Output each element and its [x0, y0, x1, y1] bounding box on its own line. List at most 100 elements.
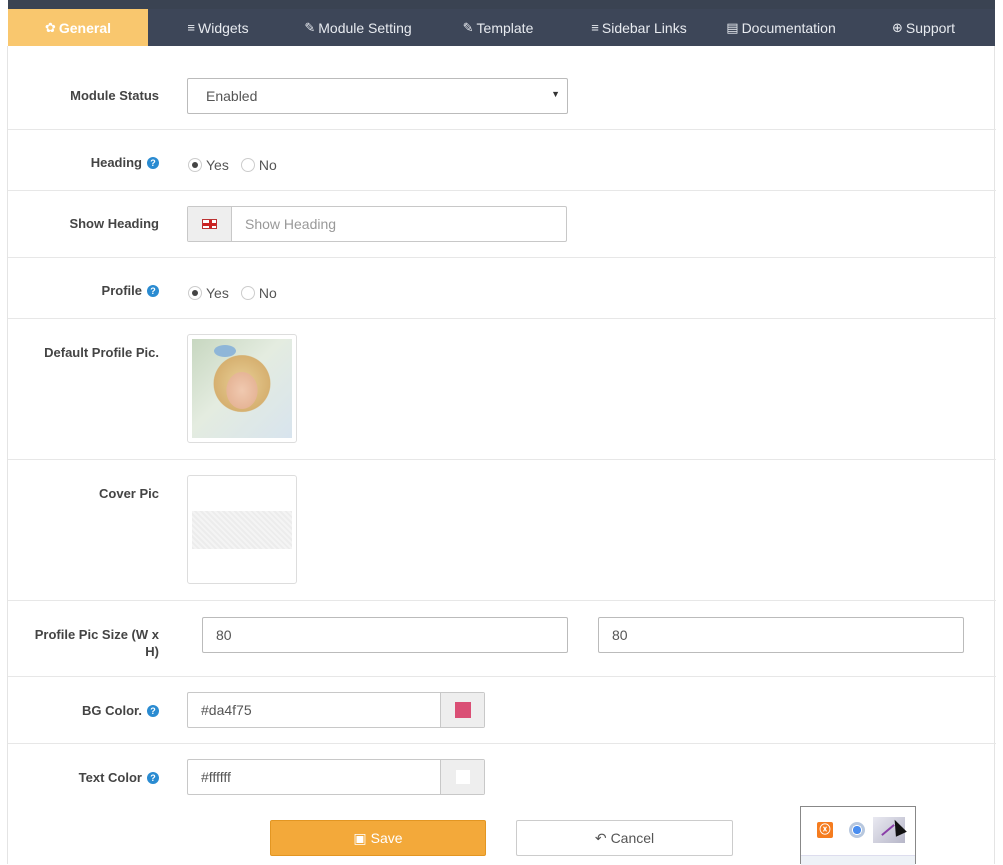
profile-photo	[192, 339, 292, 438]
settings-form: Module Status Enabled ▼ Heading ? Yes No…	[7, 46, 996, 864]
tab-label: Module Setting	[318, 19, 412, 36]
heading-no-radio[interactable]: No	[240, 157, 277, 173]
radio-circle[interactable]	[188, 286, 202, 300]
radio-label: No	[258, 157, 277, 173]
floppy-disk-icon: ▣	[353, 829, 367, 846]
xampp-icon[interactable]: ⓧ	[817, 822, 833, 838]
text-color-picker-button[interactable]	[440, 760, 484, 794]
radio-label: No	[258, 285, 277, 301]
top-border	[8, 0, 995, 9]
cancel-button[interactable]: ↶ Cancel	[516, 820, 733, 856]
help-icon[interactable]: ?	[147, 284, 159, 297]
module-status-label: Module Status	[70, 88, 159, 103]
profile-pic-size-label: Profile Pic Size (W x H)	[19, 626, 159, 660]
select-value: Enabled	[206, 88, 258, 104]
row-profile-pic-size: Profile Pic Size (W x H) 80 80	[8, 601, 996, 677]
label-text: Default Profile Pic.	[44, 345, 159, 360]
profile-pic-height-input[interactable]: 80	[598, 617, 964, 653]
label-text: Text Color	[78, 770, 142, 785]
bg-color-swatch	[454, 702, 471, 718]
tab-support[interactable]: ⊕ Support	[852, 9, 995, 46]
tab-sidebar-links[interactable]: ≡ Sidebar Links	[568, 9, 710, 46]
button-label: Save	[370, 830, 403, 846]
radio-circle[interactable]	[240, 286, 255, 300]
row-heading: Heading ? Yes No	[8, 130, 996, 191]
module-status-select[interactable]: Enabled ▼	[187, 78, 568, 114]
cover-placeholder-image	[192, 511, 292, 549]
button-label: Cancel	[610, 830, 655, 846]
profile-pic-width-input[interactable]: 80	[202, 617, 568, 653]
row-default-profile-pic: Default Profile Pic.	[8, 319, 996, 460]
bg-color-input[interactable]: #da4f75	[188, 693, 440, 727]
label-text: Heading	[90, 155, 142, 170]
text-color-input[interactable]: #ffffff	[188, 760, 440, 794]
row-cover-pic: Cover Pic	[8, 460, 996, 601]
label-text: BG Color.	[82, 703, 142, 718]
tab-general[interactable]: ✿ General	[8, 9, 148, 46]
tab-module-setting[interactable]: ✎ Module Setting	[288, 9, 428, 46]
radio-circle[interactable]	[240, 158, 255, 172]
profile-radio-group: Yes No	[188, 285, 277, 301]
row-text-color: Text Color ? #ffffff	[8, 744, 996, 811]
tab-label: Widgets	[198, 19, 249, 36]
save-button[interactable]: ▣ Save	[270, 820, 486, 856]
radio-label: Yes	[206, 157, 229, 173]
pencil-icon: ✎	[462, 19, 474, 35]
tab-label: General	[58, 19, 112, 36]
pencil-icon: ✎	[304, 19, 316, 35]
profile-label: Profile ?	[102, 283, 159, 298]
help-icon[interactable]: ?	[147, 156, 159, 169]
label-text: Module Status	[70, 88, 159, 103]
list-icon: ≡	[591, 20, 599, 35]
bg-color-picker-button[interactable]	[440, 693, 484, 727]
show-heading-input[interactable]: Show Heading	[232, 207, 566, 241]
hair-bow	[214, 345, 236, 357]
tab-documentation[interactable]: ▤ Documentation	[710, 9, 852, 46]
text-color-input-group: #ffffff	[187, 759, 485, 795]
chrome-icon[interactable]	[849, 822, 865, 838]
show-heading-label: Show Heading	[69, 216, 159, 231]
default-profile-pic-label: Default Profile Pic.	[44, 345, 159, 360]
tab-widgets[interactable]: ≡ Widgets	[148, 9, 288, 46]
text-color-swatch	[454, 769, 471, 785]
caret-down-icon: ▼	[551, 89, 560, 99]
profile-no-radio[interactable]: No	[240, 285, 277, 301]
tab-template[interactable]: ✎ Template	[428, 9, 568, 46]
label-text: Cover Pic	[99, 486, 159, 501]
document-icon: ▤	[726, 19, 739, 35]
cover-pic-thumbnail[interactable]	[187, 475, 297, 584]
list-icon: ≡	[187, 20, 195, 35]
radio-circle[interactable]	[188, 158, 202, 172]
tab-label: Template	[476, 19, 534, 36]
heading-yes-radio[interactable]: Yes	[188, 157, 229, 173]
heading-radio-group: Yes No	[188, 157, 277, 173]
label-text: Profile Pic Size (W x H)	[34, 627, 159, 659]
undo-arrow-icon: ↶	[594, 829, 607, 846]
radio-label: Yes	[206, 285, 229, 301]
lifebuoy-icon: ⊕	[892, 19, 903, 35]
bg-color-input-group: #da4f75	[187, 692, 485, 728]
tab-label: Documentation	[741, 19, 836, 36]
help-icon[interactable]: ?	[147, 771, 159, 784]
gear-icon: ✿	[44, 19, 56, 35]
text-color-label: Text Color ?	[79, 770, 159, 785]
show-heading-input-group: Show Heading	[187, 206, 567, 242]
label-text: Profile	[101, 283, 142, 298]
main-nav: ✿ General ≡ Widgets ✎ Module Setting ✎ T…	[8, 9, 995, 46]
label-text: Show Heading	[69, 216, 159, 231]
heading-label: Heading ?	[91, 155, 159, 170]
system-tray-popup: ⓧ	[800, 806, 916, 865]
tab-label: Support	[905, 19, 955, 36]
bg-color-label: BG Color. ?	[82, 703, 159, 718]
row-show-heading: Show Heading Show Heading	[8, 191, 996, 258]
uk-flag-icon	[202, 219, 217, 229]
language-addon	[188, 207, 232, 241]
profile-yes-radio[interactable]: Yes	[188, 285, 229, 301]
row-bg-color: BG Color. ? #da4f75	[8, 677, 996, 744]
row-module-status: Module Status Enabled ▼	[8, 46, 996, 130]
row-profile: Profile ? Yes No	[8, 258, 996, 319]
cover-pic-label: Cover Pic	[99, 486, 159, 501]
profile-pic-thumbnail[interactable]	[187, 334, 297, 443]
tab-label: Sidebar Links	[601, 19, 687, 36]
help-icon[interactable]: ?	[147, 704, 159, 717]
